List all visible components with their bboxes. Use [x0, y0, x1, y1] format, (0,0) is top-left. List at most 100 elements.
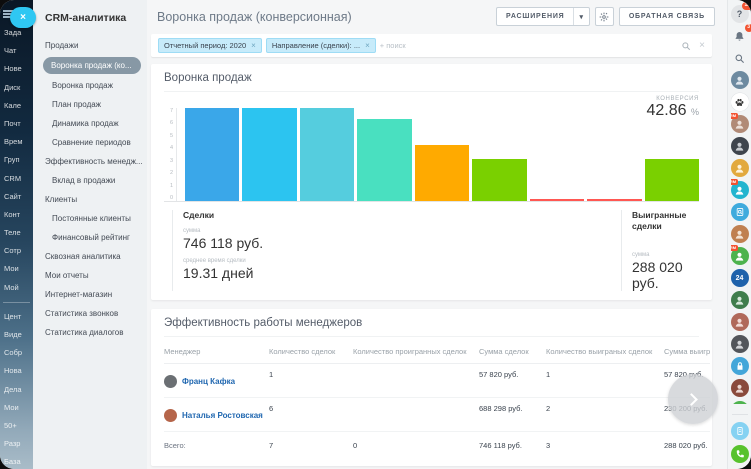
dark-sidebar-item[interactable]: Мои	[0, 260, 33, 278]
dark-sidebar-item[interactable]: Конт	[0, 206, 33, 224]
y-axis-tick: 6	[170, 120, 173, 126]
y-axis: 76543210	[164, 108, 177, 201]
funnel-bar	[185, 108, 239, 201]
sidebar-item-8[interactable]: Клиенты	[33, 190, 147, 209]
search-input[interactable]: + поиск	[380, 41, 677, 50]
filter-search-bar[interactable]: Отчетный период: 2020× Направление (сделк…	[151, 34, 712, 57]
user-avatar[interactable]	[731, 335, 749, 353]
dark-sidebar-item[interactable]: Разр	[0, 435, 33, 453]
dark-sidebar-item[interactable]: Груп	[0, 151, 33, 169]
phone-icon[interactable]	[731, 445, 749, 463]
conversion-value: 42.86	[646, 102, 686, 119]
funnel-bars	[177, 108, 699, 201]
column-header: Количество проигранных сделок	[353, 347, 479, 356]
settings-gear-icon[interactable]	[595, 7, 614, 26]
sidebar-item-0[interactable]: Продажи	[33, 36, 147, 55]
table-section-title: Эффективность работы менеджеров	[164, 317, 699, 337]
table-cell: 6	[269, 404, 353, 431]
sidebar-item-15[interactable]: Статистика диалогов	[33, 323, 147, 342]
y-axis-tick: 3	[170, 158, 173, 164]
dark-sidebar-item[interactable]: Кале	[0, 97, 33, 115]
filter-chip[interactable]: Направление (сделки): ...×	[266, 38, 376, 53]
user-avatar[interactable]	[731, 291, 749, 309]
managers-table-card: Эффективность работы менеджеров Менеджер…	[151, 309, 712, 466]
badge-24[interactable]: 24	[731, 269, 749, 287]
dark-sidebar-item[interactable]: Мои	[0, 399, 33, 417]
dark-sidebar-item[interactable]: Мой	[0, 279, 33, 297]
dark-sidebar-item[interactable]: Собр	[0, 344, 33, 362]
crm-contact-avatar[interactable]: CRM	[731, 115, 749, 133]
funnel-chart: конверсия 42.86 % 76543210 Сделки сумма …	[164, 108, 699, 291]
clear-filter-icon[interactable]: ×	[699, 40, 705, 51]
crm-contact-avatar[interactable]: CRM	[731, 247, 749, 265]
sidebar-item-2[interactable]: Воронка продаж	[33, 76, 147, 95]
table-row: Наталья Ростовская6688 298 руб.2230 200 …	[164, 398, 710, 432]
table-cell	[353, 404, 479, 431]
app-window: ЗадаЧатНовеДискКалеПочтВремГрупCRMСайтКо…	[0, 0, 751, 469]
sidebar-item-9[interactable]: Постоянные клиенты	[33, 209, 147, 228]
feedback-button[interactable]: ОБРАТНАЯ СВЯЗЬ	[619, 7, 715, 26]
sidebar-item-13[interactable]: Интернет-магазин	[33, 285, 147, 304]
won-sum-label: сумма	[632, 252, 699, 258]
won-summary-title: Выигранные сделки	[632, 210, 699, 232]
dark-sidebar-item[interactable]: Теле	[0, 224, 33, 242]
dark-sidebar-item[interactable]: CRM	[0, 170, 33, 188]
dark-sidebar-item[interactable]: Врем	[0, 133, 33, 151]
paws-avatar[interactable]	[731, 93, 749, 111]
sidebar-item-1[interactable]: Воронка продаж (ко...	[43, 57, 141, 74]
manager-name-link[interactable]: Наталья Ростовская	[182, 411, 263, 420]
user-avatar[interactable]	[731, 225, 749, 243]
lock-icon[interactable]	[731, 357, 749, 375]
user-avatar[interactable]	[731, 379, 749, 397]
user-avatar[interactable]	[731, 71, 749, 89]
table-total-row: Всего:70746 118 руб.3288 020 руб.	[164, 432, 710, 460]
search-icon[interactable]	[731, 49, 749, 67]
user-avatar[interactable]	[731, 137, 749, 155]
dark-sidebar-item[interactable]: Нове	[0, 60, 33, 78]
sidebar-item-5[interactable]: Сравнение периодов	[33, 133, 147, 152]
won-sum-value: 288 020 руб.	[632, 259, 699, 291]
extensions-dropdown-caret-icon[interactable]: ▾	[573, 8, 588, 25]
search-document-icon[interactable]	[731, 203, 749, 221]
chip-remove-icon[interactable]: ×	[251, 41, 256, 50]
dark-sidebar-item[interactable]: Сайт	[0, 188, 33, 206]
sidebar-divider	[3, 302, 30, 303]
collapse-menu-button[interactable]: ×	[10, 7, 36, 28]
invite-user-icon[interactable]	[731, 401, 749, 404]
help-icon[interactable]: ?12	[731, 5, 749, 23]
sidebar-item-7[interactable]: Вклад в продажи	[33, 171, 147, 190]
sidebar-item-14[interactable]: Статистика звонков	[33, 304, 147, 323]
dark-sidebar-item[interactable]: Чат	[0, 42, 33, 60]
sidebar-item-3[interactable]: План продаж	[33, 95, 147, 114]
dark-sidebar-item[interactable]: Виде	[0, 326, 33, 344]
dark-sidebar-item[interactable]: Нова	[0, 362, 33, 380]
sidebar-item-11[interactable]: Сквозная аналитика	[33, 247, 147, 266]
search-icon[interactable]	[681, 41, 691, 51]
sidebar-item-10[interactable]: Финансовый рейтинг	[33, 228, 147, 247]
y-axis-tick: 7	[170, 108, 173, 114]
dark-sidebar-item[interactable]: Почт	[0, 115, 33, 133]
dark-sidebar-item[interactable]: Диск	[0, 79, 33, 97]
dark-sidebar-item[interactable]: 50+	[0, 417, 33, 435]
dark-sidebar-item[interactable]: Дела	[0, 381, 33, 399]
user-avatar[interactable]	[731, 313, 749, 331]
dark-sidebar-item[interactable]: Цент	[0, 308, 33, 326]
dark-sidebar-item[interactable]: База	[0, 453, 33, 469]
table-scroll-right-button[interactable]	[668, 374, 718, 424]
total-cell: 746 118 руб.	[479, 441, 546, 450]
manager-name-link[interactable]: Франц Кафка	[182, 377, 235, 386]
user-avatar[interactable]	[731, 159, 749, 177]
column-header: Сумма выигранных сделок	[664, 347, 710, 356]
filter-chip[interactable]: Отчетный период: 2020×	[158, 38, 262, 53]
sidebar-item-4[interactable]: Динамика продаж	[33, 114, 147, 133]
dark-sidebar-item[interactable]: Сотр	[0, 242, 33, 260]
crm-contact-avatar[interactable]: CRM	[731, 181, 749, 199]
notifications-bell-icon[interactable]: 3	[731, 27, 749, 45]
chip-remove-icon[interactable]: ×	[365, 41, 370, 50]
table-cell: 1	[546, 370, 664, 397]
sidebar-item-12[interactable]: Мои отчеты	[33, 266, 147, 285]
sidebar-item-6[interactable]: Эффективность менедж...	[33, 152, 147, 171]
column-header: Количество сделок	[269, 347, 353, 356]
copy-document-icon[interactable]	[731, 422, 749, 440]
extensions-button[interactable]: РАСШИРЕНИЯ	[497, 8, 574, 25]
